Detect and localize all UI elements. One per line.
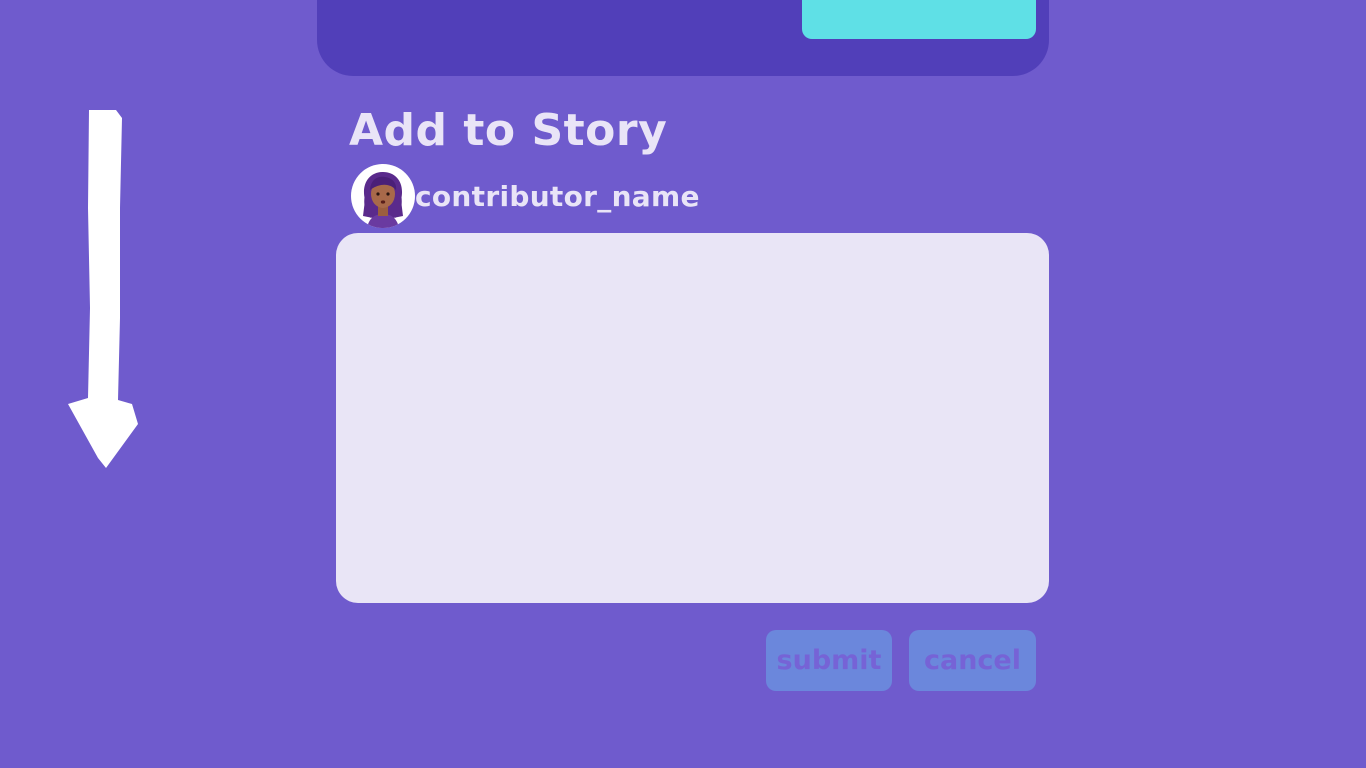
contributor-name: contributor_name [415,179,700,213]
story-text-input[interactable] [336,233,1049,603]
contribute-button[interactable]: contribute [802,0,1036,39]
submit-button[interactable]: submit [766,630,892,691]
contributor-row: contributor_name [351,164,700,228]
page: contribute Add to Story [0,0,1366,768]
section-title: Add to Story [349,105,668,156]
cancel-button[interactable]: cancel [909,630,1036,691]
contribute-button-label: contribute [831,0,1008,6]
woman-avatar-icon [351,164,415,228]
down-arrow-icon [68,110,138,468]
